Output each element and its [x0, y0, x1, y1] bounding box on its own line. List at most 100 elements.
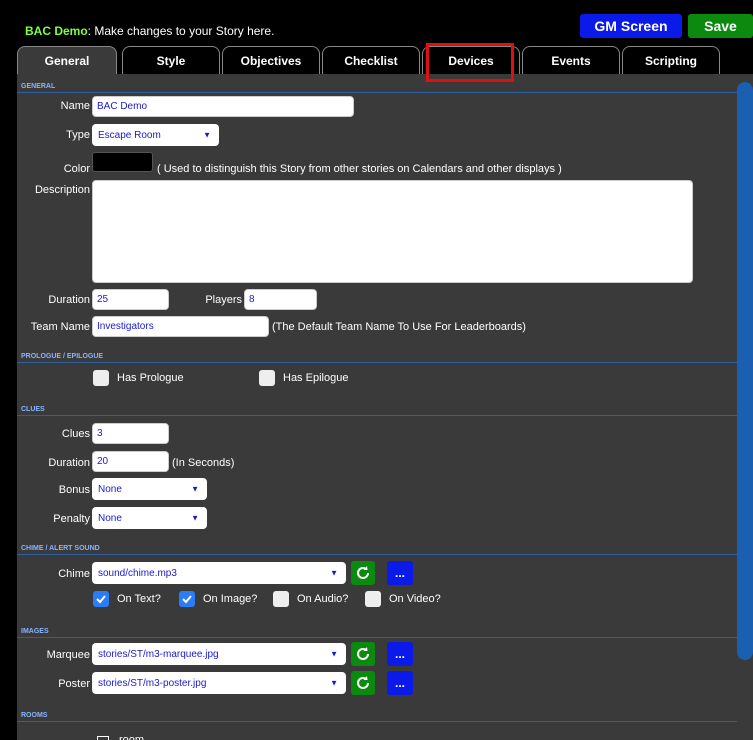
section-title: CLUES	[21, 406, 45, 413]
has-epilogue-checkbox[interactable]: Has Epilogue	[259, 370, 348, 386]
title-suffix: : Make changes to your Story here.	[87, 24, 275, 38]
penalty-label: Penalty	[53, 513, 90, 525]
poster-more-button[interactable]: ...	[387, 671, 413, 695]
has-epilogue-label: Has Epilogue	[283, 372, 349, 384]
section-title: GENERAL	[21, 83, 56, 90]
checkbox-box	[93, 591, 109, 607]
section-header-images: IMAGES	[17, 626, 737, 638]
tab-general[interactable]: General	[17, 46, 117, 74]
tab-events[interactable]: Events	[522, 46, 620, 74]
tab-bar: General Style Objectives Checklist Devic…	[17, 46, 753, 74]
caret-down-icon: ▼	[330, 568, 338, 578]
clue-duration-input[interactable]: 20	[92, 451, 169, 472]
checkbox-box	[259, 370, 275, 386]
on-video-label: On Video?	[389, 593, 441, 605]
poster-select-value: stories/ST/m3-poster.jpg	[98, 677, 207, 689]
clues-label: Clues	[61, 428, 90, 440]
team-name-note: (The Default Team Name To Use For Leader…	[272, 321, 526, 333]
chime-select[interactable]: sound/chime.mp3 ▼	[92, 562, 346, 584]
tab-objectives[interactable]: Objectives	[222, 46, 320, 74]
tab-scripting[interactable]: Scripting	[622, 46, 720, 74]
room-item[interactable]: room	[97, 734, 144, 740]
on-text-checkbox[interactable]: On Text?	[93, 591, 161, 607]
section-header-prologue: PROLOGUE / EPILOGUE	[17, 351, 737, 363]
scrollbar[interactable]	[737, 82, 753, 660]
has-prologue-label: Has Prologue	[117, 372, 184, 384]
checkbox-box	[273, 591, 289, 607]
chime-select-value: sound/chime.mp3	[98, 567, 177, 579]
bonus-select-value: None	[98, 483, 122, 495]
description-label: Description	[34, 184, 90, 196]
has-prologue-checkbox[interactable]: Has Prologue	[93, 370, 184, 386]
page-title: BAC Demo: Make changes to your Story her…	[25, 24, 274, 38]
section-header-general: GENERAL	[17, 81, 737, 93]
clues-input[interactable]: 3	[92, 423, 169, 444]
color-note: ( Used to distinguish this Story from ot…	[157, 163, 562, 175]
clue-duration-note: (In Seconds)	[172, 457, 235, 469]
chime-more-button[interactable]: ...	[387, 561, 413, 585]
on-audio-label: On Audio?	[297, 593, 349, 605]
chime-label: Chime	[58, 568, 90, 580]
tab-devices[interactable]: Devices	[422, 46, 520, 74]
check-icon	[182, 595, 192, 604]
chime-refresh-button[interactable]	[351, 561, 375, 585]
players-label: Players	[205, 294, 242, 306]
section-divider	[17, 92, 737, 93]
tab-checklist[interactable]: Checklist	[322, 46, 420, 74]
section-divider	[17, 554, 737, 555]
section-header-clues: CLUES	[17, 404, 737, 416]
room-icon	[97, 735, 109, 740]
section-divider	[17, 415, 737, 416]
on-image-checkbox[interactable]: On Image?	[179, 591, 257, 607]
section-title: ROOMS	[21, 712, 48, 719]
caret-down-icon: ▼	[191, 513, 199, 523]
bonus-select[interactable]: None ▼	[92, 478, 207, 500]
story-editor-panel: GENERAL Name BAC Demo Type Escape Room ▼ …	[17, 74, 753, 740]
top-bar: BAC Demo: Make changes to your Story her…	[0, 0, 753, 46]
section-divider	[17, 637, 737, 638]
room-label: room	[119, 734, 145, 740]
marquee-more-button[interactable]: ...	[387, 642, 413, 666]
section-divider	[17, 721, 737, 722]
color-label: Color	[63, 163, 90, 175]
section-title: PROLOGUE / EPILOGUE	[21, 353, 104, 360]
checkbox-box	[365, 591, 381, 607]
type-select-value: Escape Room	[98, 129, 161, 141]
story-brand: BAC Demo	[25, 24, 88, 38]
on-image-label: On Image?	[203, 593, 258, 605]
type-select[interactable]: Escape Room ▼	[92, 124, 219, 146]
on-text-label: On Text?	[117, 593, 161, 605]
team-name-label: Team Name	[30, 321, 90, 333]
clue-duration-label: Duration	[48, 457, 90, 469]
checkbox-box	[179, 591, 195, 607]
duration-label: Duration	[48, 294, 90, 306]
poster-select[interactable]: stories/ST/m3-poster.jpg ▼	[92, 672, 346, 694]
tab-style[interactable]: Style	[122, 46, 220, 74]
name-label: Name	[60, 100, 90, 112]
check-icon	[96, 595, 106, 604]
refresh-icon	[357, 647, 369, 660]
color-picker[interactable]	[92, 152, 153, 172]
caret-down-icon: ▼	[191, 484, 199, 494]
type-label: Type	[66, 129, 90, 141]
on-audio-checkbox[interactable]: On Audio?	[273, 591, 348, 607]
players-input[interactable]: 8	[244, 289, 317, 310]
penalty-select[interactable]: None ▼	[92, 507, 207, 529]
caret-down-icon: ▼	[203, 130, 211, 140]
section-title: CHIME / ALERT SOUND	[21, 545, 100, 552]
description-textarea[interactable]	[92, 180, 693, 283]
section-title: IMAGES	[21, 628, 49, 635]
marquee-refresh-button[interactable]	[351, 642, 375, 666]
refresh-icon	[357, 676, 369, 689]
poster-refresh-button[interactable]	[351, 671, 375, 695]
section-divider	[17, 362, 737, 363]
duration-input[interactable]: 25	[92, 289, 169, 310]
name-input[interactable]: BAC Demo	[92, 96, 354, 117]
on-video-checkbox[interactable]: On Video?	[365, 591, 441, 607]
caret-down-icon: ▼	[330, 678, 338, 688]
team-name-input[interactable]: Investigators	[92, 316, 269, 337]
checkbox-box	[93, 370, 109, 386]
gm-screen-button[interactable]: GM Screen	[580, 14, 682, 38]
marquee-select[interactable]: stories/ST/m3-marquee.jpg ▼	[92, 643, 346, 665]
save-button[interactable]: Save	[688, 14, 753, 38]
